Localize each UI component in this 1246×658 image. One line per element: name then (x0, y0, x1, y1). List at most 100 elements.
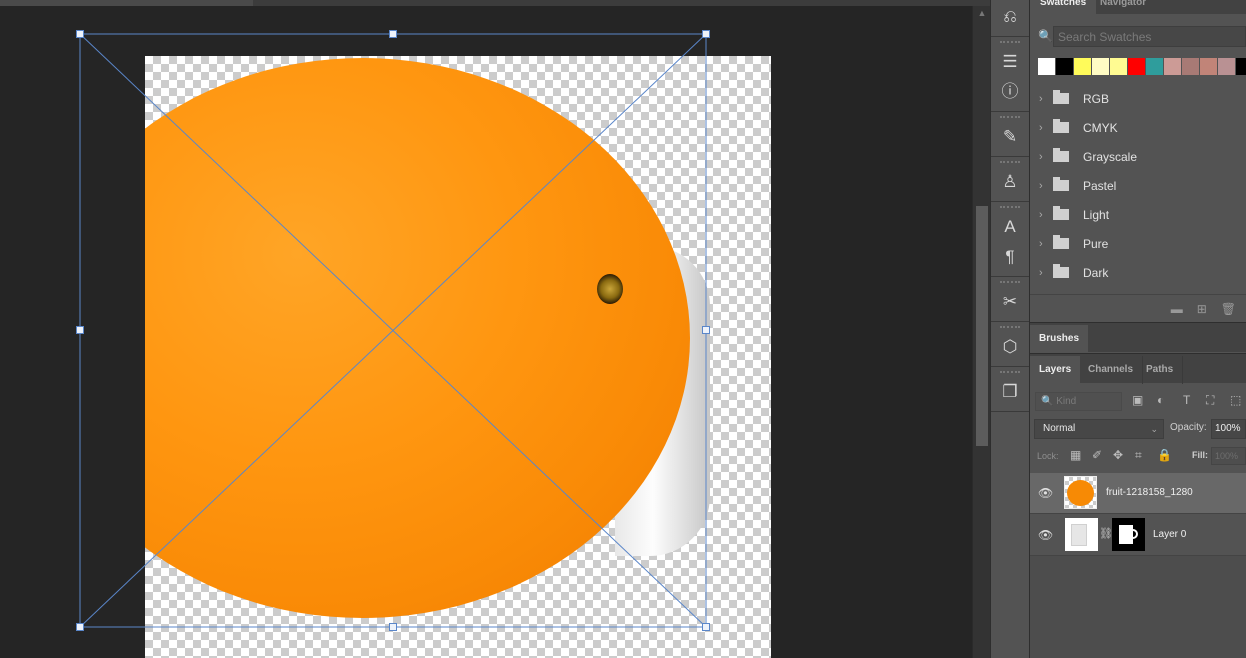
orange-image (145, 58, 690, 618)
dock-group-brush-presets: ✎ (991, 112, 1029, 157)
layer-name[interactable]: fruit-1218158_1280 (1106, 487, 1193, 498)
swatch[interactable] (1218, 58, 1235, 75)
scroll-up-icon[interactable]: ▲ (973, 6, 991, 20)
swatch-folder-dark[interactable]: › Dark (1030, 258, 1246, 287)
lock-all-icon[interactable]: 🔒 (1157, 448, 1172, 462)
opacity-input[interactable]: 100% (1211, 419, 1246, 439)
handle-middle-right[interactable] (702, 326, 710, 334)
paragraph-icon[interactable]: ¶ (991, 242, 1029, 272)
folder-icon (1053, 148, 1069, 162)
swatch[interactable] (1110, 58, 1127, 75)
swatch[interactable] (1056, 58, 1073, 75)
scrollbar-thumb[interactable] (976, 206, 988, 446)
swatch-folder-rgb[interactable]: › RGB (1030, 84, 1246, 113)
swatch-folder-cmyk[interactable]: › CMYK (1030, 113, 1246, 142)
orange-stem (597, 274, 623, 304)
handle-top-right[interactable] (702, 30, 710, 38)
layer-mask-thumbnail[interactable] (1112, 518, 1145, 551)
tab-layers[interactable]: Layers (1030, 356, 1081, 384)
swatch[interactable] (1146, 58, 1163, 75)
chevron-right-icon[interactable]: › (1039, 93, 1053, 105)
adjustments-icon[interactable]: ☰ (991, 47, 1029, 77)
eye-icon[interactable]: 👁 (1038, 528, 1053, 542)
swatch[interactable] (1128, 58, 1145, 75)
swatch-folder-grayscale[interactable]: › Grayscale (1030, 142, 1246, 171)
vertical-scrollbar[interactable]: ▲ (972, 6, 990, 658)
libraries-icon[interactable]: ❐ (991, 377, 1029, 407)
swatch[interactable] (1200, 58, 1217, 75)
right-panels: Swatches Navigator 🔍 Search Swatches › RG… (1030, 0, 1246, 658)
lock-transparent-icon[interactable]: ▦ (1070, 448, 1081, 462)
new-swatch-icon[interactable]: ⊞ (1197, 302, 1207, 316)
brush-presets-icon[interactable]: ✎ (991, 122, 1029, 152)
swatch[interactable] (1236, 58, 1246, 75)
filter-shape-icon[interactable]: ⛶ (1206, 393, 1214, 408)
tab-channels[interactable]: Channels (1079, 356, 1144, 384)
swatch-folder-pastel[interactable]: › Pastel (1030, 171, 1246, 200)
history-icon[interactable]: ⎌ (991, 2, 1029, 32)
filter-pixel-icon[interactable]: ▣ (1132, 393, 1143, 407)
filter-adjustment-icon[interactable]: ◐ (1157, 393, 1164, 407)
canvas[interactable] (145, 56, 771, 658)
chevron-right-icon[interactable]: › (1039, 238, 1053, 250)
layer-row-layer-0[interactable]: 👁 ⛓ Layer 0 (1030, 515, 1246, 556)
filter-type-icon[interactable]: T (1183, 393, 1190, 407)
brushes-tabbar: Brushes (1030, 322, 1246, 353)
mask-handle-shape (1131, 529, 1138, 539)
character-icon[interactable]: A (991, 212, 1029, 242)
handle-bottom-center[interactable] (389, 623, 397, 631)
chevron-right-icon[interactable]: › (1039, 180, 1053, 192)
lock-artboard-icon[interactable]: ⌗ (1135, 448, 1142, 463)
tab-paths[interactable]: Paths (1137, 356, 1184, 384)
chevron-right-icon[interactable]: › (1039, 122, 1053, 134)
folder-label: Dark (1083, 265, 1109, 280)
layer-row-fruit[interactable]: 👁 fruit-1218158_1280 (1030, 473, 1246, 514)
delete-icon[interactable]: 🗑 (1221, 302, 1236, 316)
new-group-icon[interactable]: ▬ (1171, 302, 1183, 316)
folder-icon (1053, 235, 1069, 249)
folder-label: Grayscale (1083, 149, 1138, 164)
folder-label: RGB (1083, 91, 1110, 106)
tab-brushes[interactable]: Brushes (1030, 325, 1089, 353)
filter-kind-select[interactable]: 🔍 Kind (1035, 392, 1122, 411)
swatch[interactable] (1038, 58, 1055, 75)
handle-bottom-right[interactable] (702, 623, 710, 631)
folder-icon (1053, 264, 1069, 278)
filter-smart-object-icon[interactable]: ⬚ (1230, 393, 1241, 407)
swatch[interactable] (1164, 58, 1181, 75)
swatches-footer: ▬ ⊞ 🗑 (1030, 294, 1246, 322)
folder-label: CMYK (1083, 120, 1118, 135)
lock-image-icon[interactable]: ✐ (1092, 448, 1102, 462)
3d-icon[interactable]: ⬡ (991, 332, 1029, 362)
mug-thumbnail-shape (1071, 524, 1087, 546)
link-icon[interactable]: ⛓ (1099, 527, 1113, 540)
handle-middle-left[interactable] (76, 326, 84, 334)
search-icon: 🔍 (1038, 29, 1053, 43)
swatch[interactable] (1182, 58, 1199, 75)
blend-mode-value: Normal (1043, 423, 1076, 434)
swatch-folder-pure[interactable]: › Pure (1030, 229, 1246, 258)
swatch-folder-light[interactable]: › Light (1030, 200, 1246, 229)
swatch[interactable] (1074, 58, 1091, 75)
tab-swatches[interactable]: Swatches (1030, 0, 1097, 14)
clone-source-icon[interactable]: ♙ (991, 167, 1029, 197)
layer-name[interactable]: Layer 0 (1153, 529, 1186, 540)
fill-input[interactable]: 100% (1211, 447, 1246, 465)
tab-navigator[interactable]: Navigator (1090, 0, 1156, 14)
blend-mode-select[interactable]: Normal ⌄ (1034, 419, 1164, 439)
info-icon[interactable]: ⓘ (991, 77, 1029, 107)
chevron-right-icon[interactable]: › (1039, 267, 1053, 279)
tools-icon[interactable]: ✂ (991, 287, 1029, 317)
chevron-down-icon: ⌄ (1150, 424, 1158, 434)
chevron-right-icon[interactable]: › (1039, 151, 1053, 163)
handle-top-center[interactable] (389, 30, 397, 38)
handle-bottom-left[interactable] (76, 623, 84, 631)
eye-icon[interactable]: 👁 (1038, 486, 1053, 500)
search-swatches-input[interactable]: Search Swatches (1053, 26, 1246, 47)
layer-thumbnail (1065, 518, 1098, 551)
handle-top-left[interactable] (76, 30, 84, 38)
swatch[interactable] (1092, 58, 1109, 75)
folder-icon (1053, 177, 1069, 191)
chevron-right-icon[interactable]: › (1039, 209, 1053, 221)
lock-position-icon[interactable]: ✥ (1113, 448, 1123, 462)
